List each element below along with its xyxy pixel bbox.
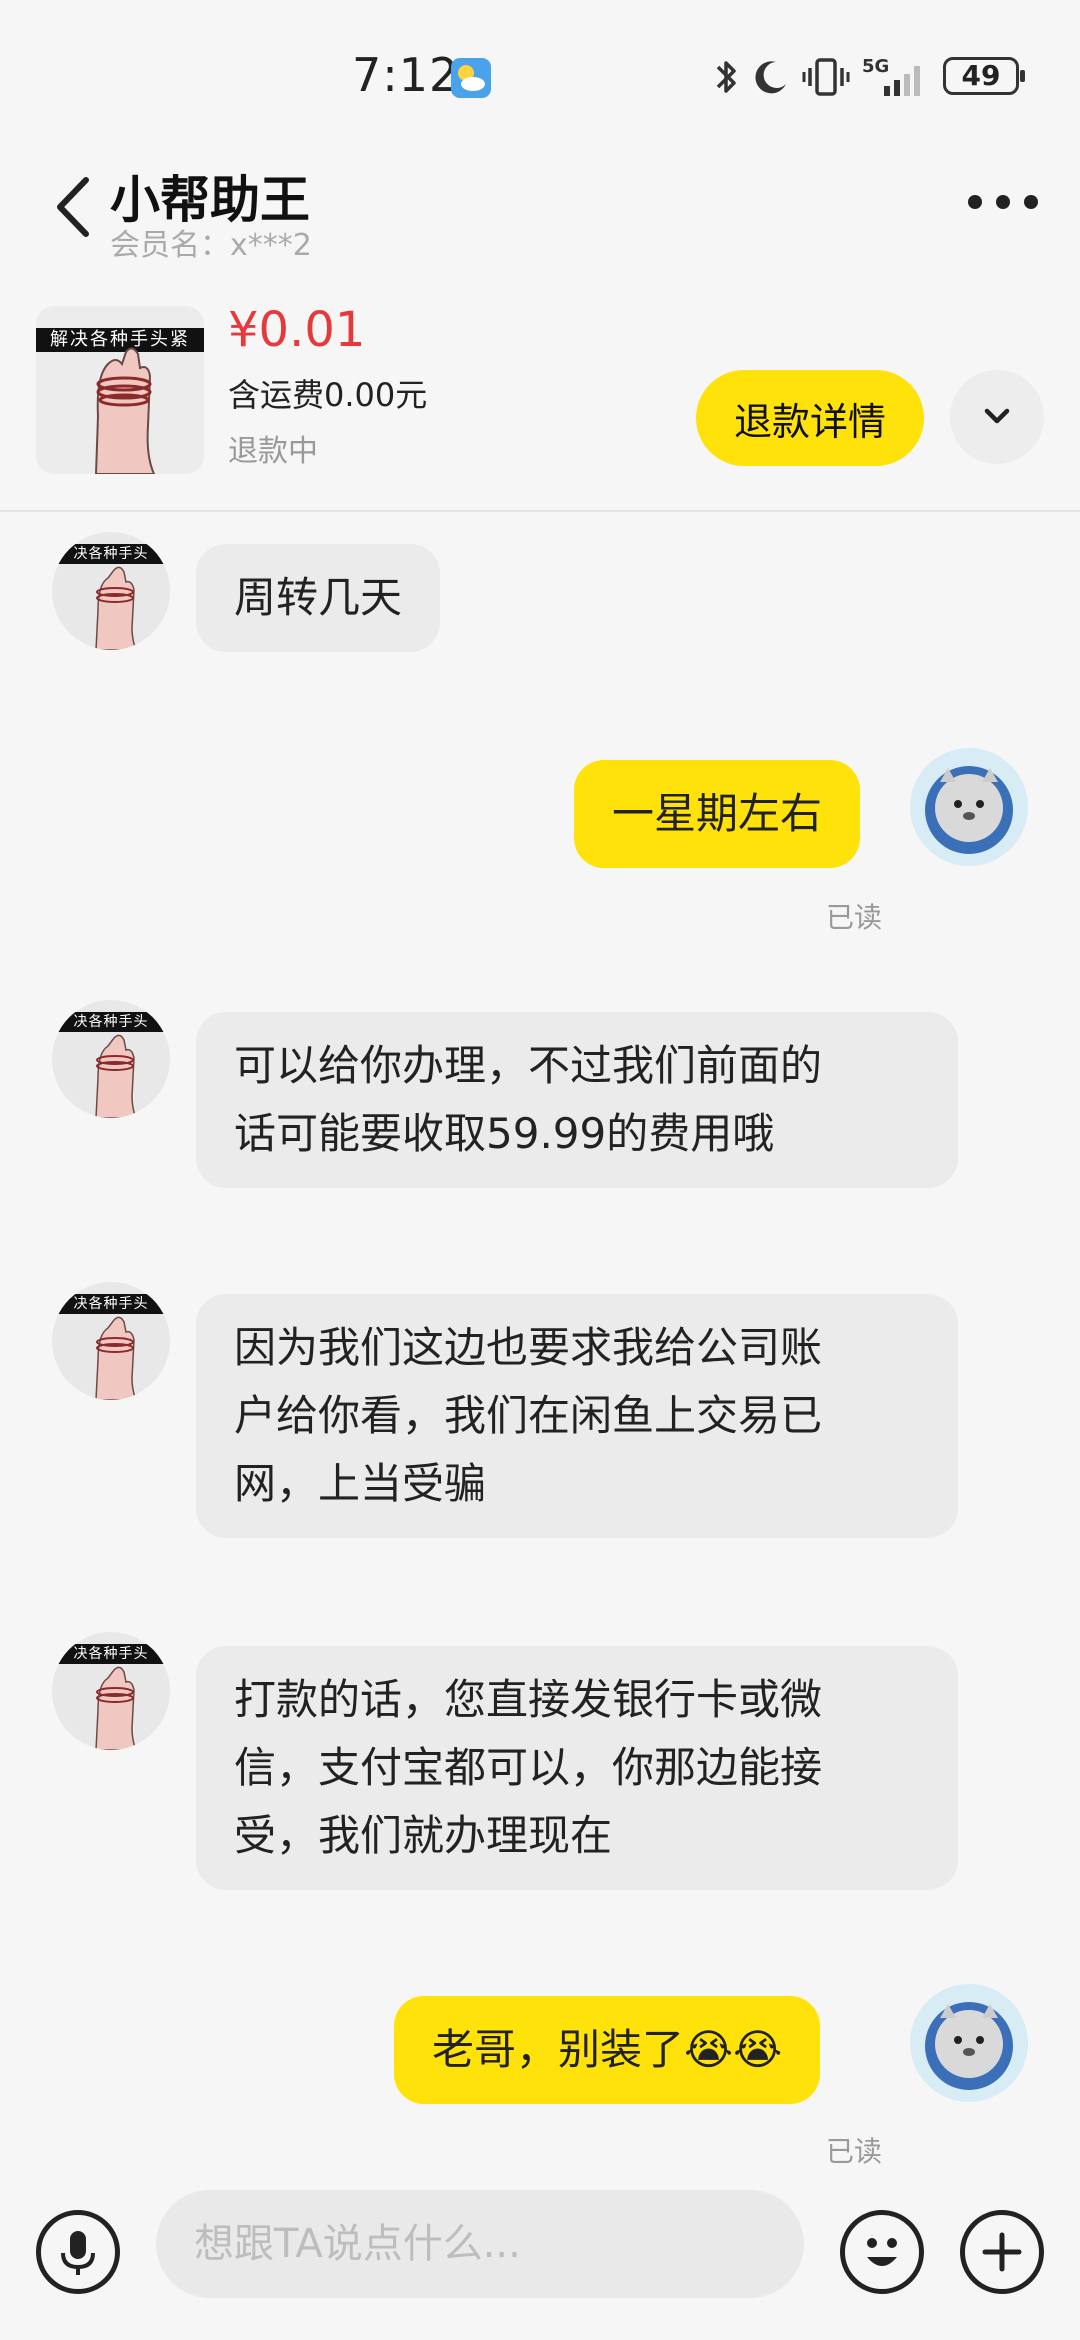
refund-details-button[interactable]: 退款详情 bbox=[696, 370, 924, 466]
shipping-fee: 含运费0.00元 bbox=[228, 376, 428, 414]
emoji-icon[interactable] bbox=[840, 2210, 924, 2294]
message-bubble-incoming[interactable]: 因为我们这边也要求我给公司账 户给你看，我们在闲鱼上交易已 网，上当受骗 bbox=[196, 1294, 958, 1538]
other-avatar[interactable]: 决各种手头 bbox=[52, 1632, 170, 1750]
message-input[interactable] bbox=[156, 2190, 804, 2298]
member-name: 会员名：x***2 bbox=[110, 228, 312, 263]
product-price: ¥0.01 bbox=[228, 302, 366, 358]
product-card[interactable]: 解决各种手头紧 ¥0.01 含运费0.00元 退款中 退款详情 bbox=[0, 290, 1080, 510]
cat-astronaut-avatar bbox=[925, 766, 1013, 854]
message-bubble-outgoing[interactable]: 一星期左右 bbox=[574, 760, 861, 868]
bluetooth-icon bbox=[716, 61, 736, 93]
hand-image bbox=[94, 347, 156, 474]
expand-button[interactable] bbox=[950, 370, 1044, 464]
back-arrow-icon[interactable] bbox=[50, 172, 100, 242]
moon-icon bbox=[755, 61, 786, 94]
read-receipt: 已读 bbox=[826, 2135, 883, 2168]
my-avatar[interactable] bbox=[910, 1984, 1028, 2102]
cat-astronaut-avatar bbox=[925, 2002, 1013, 2090]
other-avatar[interactable]: 决各种手头 bbox=[52, 1000, 170, 1118]
microphone-icon[interactable] bbox=[36, 2210, 120, 2294]
message-bubble-outgoing[interactable]: 老哥，别装了😭😭 bbox=[394, 1996, 821, 2104]
status-time: 7:12 bbox=[352, 48, 460, 102]
header-divider bbox=[0, 510, 1080, 512]
chat-header: 小帮助王 会员名：x***2 bbox=[0, 150, 1080, 263]
my-avatar[interactable] bbox=[910, 748, 1028, 866]
product-thumbnail[interactable]: 解决各种手头紧 bbox=[36, 306, 204, 474]
plus-icon[interactable] bbox=[960, 2210, 1044, 2294]
message-bubble-incoming[interactable]: 周转几天 bbox=[196, 544, 441, 652]
message-bubble-incoming[interactable]: 可以给你办理，不过我们前面的 话可能要收取59.99的费用哦 bbox=[196, 1012, 958, 1188]
weather-icon bbox=[451, 58, 491, 98]
refund-status: 退款中 bbox=[228, 434, 318, 469]
vibrate-icon bbox=[802, 58, 850, 96]
more-icon[interactable] bbox=[968, 190, 1038, 214]
other-avatar[interactable]: 决各种手头 bbox=[52, 1282, 170, 1400]
status-bar: 7:12 5G 49 bbox=[0, 0, 1080, 150]
message-bubble-incoming[interactable]: 打款的话，您直接发银行卡或微 信，支付宝都可以，你那边能接 受，我们就办理现在 bbox=[196, 1646, 958, 1890]
input-bar bbox=[0, 2190, 1080, 2340]
signal-icon bbox=[884, 66, 920, 96]
other-avatar[interactable]: 决各种手头 bbox=[52, 532, 170, 650]
battery-icon: 49 bbox=[943, 57, 1025, 95]
chevron-down-icon bbox=[984, 408, 1010, 423]
read-receipt: 已读 bbox=[826, 901, 883, 934]
